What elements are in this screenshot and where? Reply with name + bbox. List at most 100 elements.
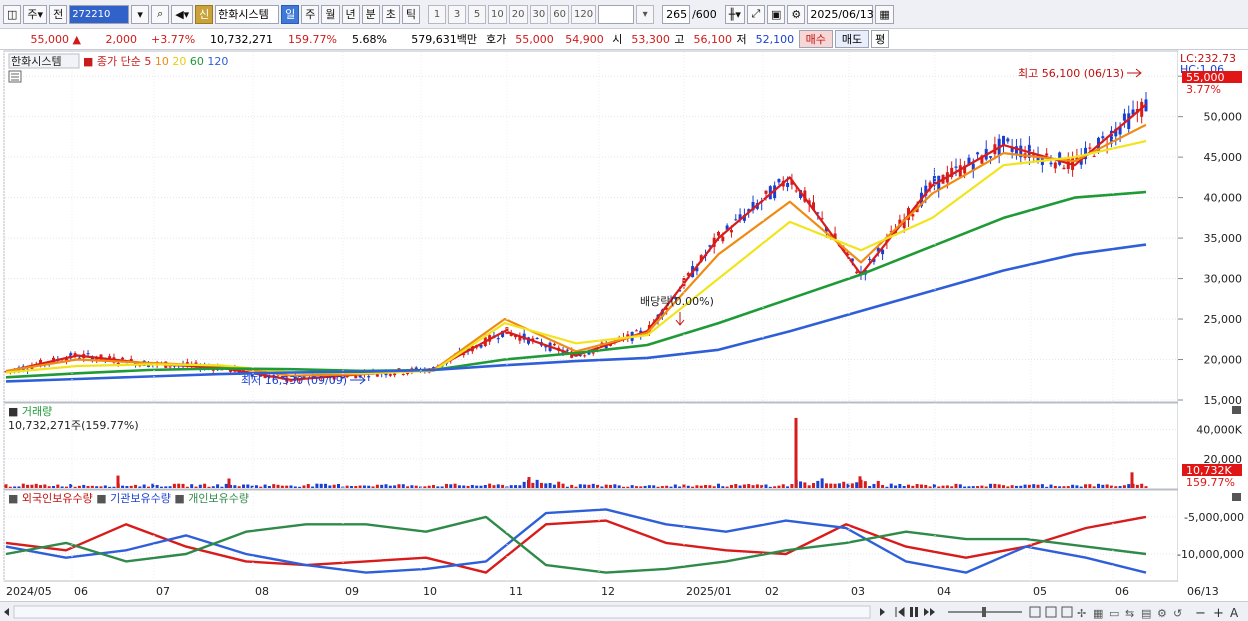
period-week-button[interactable]: 주 bbox=[301, 4, 320, 24]
volume-title-text: 거래량 bbox=[22, 405, 52, 418]
volume-spike-bar bbox=[527, 477, 531, 488]
volume-bar bbox=[207, 486, 211, 488]
volume-bar bbox=[704, 484, 708, 488]
gear-icon[interactable]: ⚙ bbox=[787, 4, 806, 24]
minute-10-button[interactable]: 10 bbox=[488, 4, 507, 24]
volume-bar bbox=[837, 483, 841, 488]
x-tick-label: 06 bbox=[74, 585, 88, 598]
x-tick-label: 10 bbox=[423, 585, 437, 598]
interval-dropdown-icon[interactable]: ▾ bbox=[636, 4, 655, 24]
fast-forward-icon[interactable] bbox=[924, 608, 935, 616]
candle-body bbox=[414, 367, 418, 370]
bottom-scrollbar[interactable]: ✢ ▦ ▭ ⇆ ▤ ⚙ ↺ − + A bbox=[0, 601, 1248, 621]
evaluate-button[interactable]: 평 bbox=[871, 30, 890, 48]
volume-bar bbox=[233, 485, 237, 488]
volume-bar bbox=[738, 485, 742, 488]
x-tick-label: 11 bbox=[509, 585, 523, 598]
period-second-button[interactable]: 초 bbox=[381, 4, 400, 24]
volume-bar bbox=[898, 483, 902, 488]
scroll-right-icon[interactable] bbox=[880, 608, 885, 616]
volume-bar bbox=[1019, 485, 1023, 488]
pause-icon[interactable] bbox=[910, 607, 913, 617]
volume-bar bbox=[26, 484, 30, 488]
date-input[interactable]: 2025/06/13 bbox=[807, 4, 874, 24]
volume-bar bbox=[1097, 483, 1100, 488]
code-dropdown-icon[interactable]: ▾ bbox=[131, 4, 150, 24]
volume-bar bbox=[1040, 484, 1044, 488]
ask-price: 55,000 bbox=[515, 32, 554, 46]
volume-bar bbox=[121, 485, 125, 488]
x-tick-label: 04 bbox=[937, 585, 951, 598]
high-price: 56,100 bbox=[693, 32, 733, 46]
volume-bar bbox=[492, 485, 496, 488]
measure-icon[interactable]: ▭ bbox=[1109, 607, 1119, 620]
tile-icon[interactable]: ▦ bbox=[1093, 607, 1103, 620]
volume-bar bbox=[1140, 483, 1144, 488]
period-day-button[interactable]: 일 bbox=[281, 4, 300, 24]
zoom-in-icon[interactable]: + bbox=[1213, 606, 1224, 621]
scroll-first-icon[interactable] bbox=[895, 606, 905, 618]
minute-5-button[interactable]: 5 bbox=[468, 4, 487, 24]
auto-scale-icon[interactable]: A bbox=[1230, 606, 1239, 620]
copy-icon[interactable] bbox=[1045, 606, 1057, 618]
print-icon[interactable]: ▤ bbox=[1141, 607, 1151, 620]
volume-bar bbox=[963, 486, 967, 488]
zoom-reset-icon[interactable]: ↺ bbox=[1173, 607, 1182, 620]
minute-120-button[interactable]: 120 bbox=[570, 4, 597, 24]
volume-bar bbox=[315, 483, 319, 488]
minute-30-button[interactable]: 30 bbox=[529, 4, 549, 24]
calendar-icon[interactable]: ▦ bbox=[875, 4, 894, 24]
volume-bar bbox=[332, 484, 336, 488]
volume-pct: 159.77% bbox=[288, 32, 337, 46]
volume-panel-close-icon[interactable] bbox=[1232, 406, 1241, 414]
shin-credit-badge[interactable]: 신 bbox=[195, 4, 214, 24]
candle-type-icon[interactable]: ╫▾ bbox=[724, 4, 745, 24]
period-tick-button[interactable]: 틱 bbox=[401, 4, 421, 24]
volume-bar bbox=[751, 485, 755, 488]
volume-bar bbox=[781, 484, 785, 488]
zoom-out-icon[interactable]: − bbox=[1195, 606, 1206, 621]
crosshair-icon[interactable]: ✢ bbox=[1077, 607, 1086, 620]
search-icon[interactable]: ⌕ bbox=[151, 4, 170, 24]
stock-chart[interactable]: 15,000 20,000 25,000 30,000 35,000 40,000 45,0… bbox=[0, 50, 1248, 602]
holding-panel-close-icon[interactable] bbox=[1232, 493, 1241, 501]
layout-label: 주 bbox=[27, 8, 38, 21]
stock-code-input[interactable]: 272210 bbox=[69, 4, 130, 24]
minute-20-button[interactable]: 20 bbox=[508, 4, 528, 24]
volume-bar bbox=[324, 483, 328, 488]
scroll-track[interactable] bbox=[13, 605, 871, 619]
volume-bar bbox=[237, 486, 241, 488]
count-input[interactable]: 265 bbox=[662, 4, 691, 24]
window-icon[interactable] bbox=[1029, 606, 1041, 618]
x-tick-label: 03 bbox=[851, 585, 865, 598]
scroll-left-icon[interactable] bbox=[4, 608, 9, 616]
draw-tools-icon[interactable]: ⤢ bbox=[746, 4, 765, 24]
candle-body bbox=[634, 330, 638, 332]
period-year-button[interactable]: 년 bbox=[341, 4, 360, 24]
layout-select[interactable]: 주 ▾ bbox=[23, 4, 48, 24]
custom-interval-input[interactable] bbox=[598, 4, 635, 24]
volume-bar bbox=[807, 485, 811, 488]
settings-icon[interactable]: ⚙ bbox=[1157, 607, 1167, 620]
volume-bar bbox=[380, 484, 384, 488]
volume-bar bbox=[518, 485, 522, 488]
sell-button[interactable]: 매도 bbox=[834, 30, 870, 48]
sync-icon[interactable]: ⇆ bbox=[1125, 607, 1134, 620]
prev-button[interactable]: 전 bbox=[49, 4, 68, 24]
period-minute-button[interactable]: 분 bbox=[361, 4, 380, 24]
buy-button[interactable]: 매수 bbox=[798, 30, 833, 48]
minute-3-button[interactable]: 3 bbox=[448, 4, 467, 24]
volume-bar bbox=[881, 484, 885, 488]
overlay-icon[interactable] bbox=[1061, 606, 1073, 618]
speaker-icon[interactable]: ◀▾ bbox=[171, 4, 194, 24]
period-month-button[interactable]: 월 bbox=[321, 4, 340, 24]
layout-icon[interactable]: ◫ bbox=[3, 4, 22, 24]
volume-bar bbox=[894, 485, 898, 488]
candle-body bbox=[86, 353, 90, 355]
minute-60-button[interactable]: 60 bbox=[550, 4, 569, 24]
zoom-slider-handle[interactable] bbox=[982, 607, 986, 617]
minute-1-button[interactable]: 1 bbox=[428, 4, 447, 24]
volume-current-pct-tag: 159.77% bbox=[1186, 476, 1235, 489]
save-icon[interactable]: ▣ bbox=[766, 4, 786, 24]
volume-bar bbox=[958, 484, 962, 488]
